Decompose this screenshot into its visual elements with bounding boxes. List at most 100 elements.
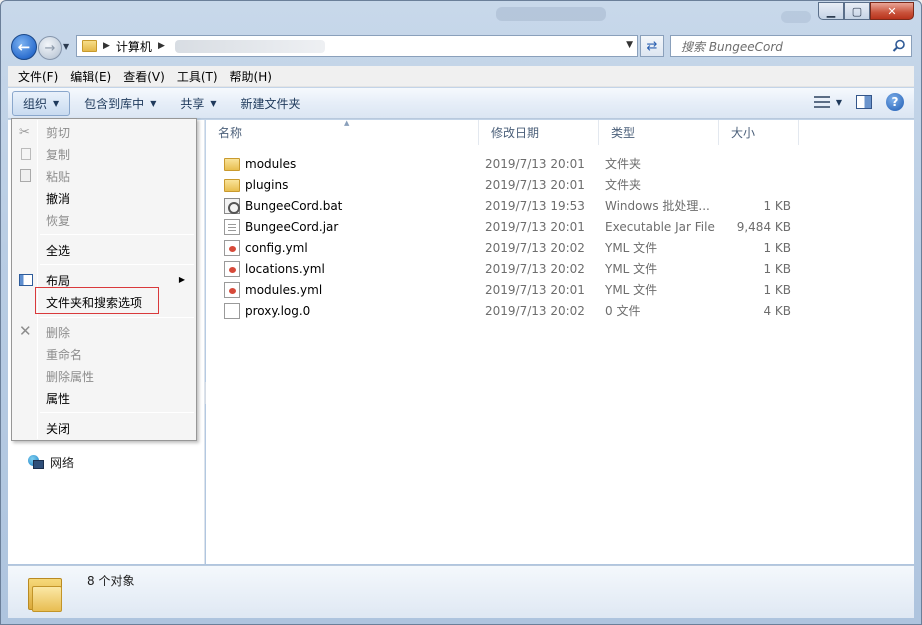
- arrow-left-icon: ←: [17, 38, 31, 56]
- recent-pages-dropdown[interactable]: ▼: [63, 42, 69, 51]
- forward-button[interactable]: →: [38, 36, 62, 60]
- yml-file-icon: [224, 260, 240, 277]
- address-bar[interactable]: ▶ 计算机 ▶ ▼: [76, 35, 638, 57]
- blurred-title-extra: [781, 11, 811, 23]
- nav-item-network[interactable]: 网络: [28, 454, 74, 471]
- menu-label: 撤消: [46, 191, 71, 206]
- file-size: 9,484 KB: [736, 219, 791, 234]
- chevron-down-icon: ▼: [210, 98, 217, 108]
- file-row[interactable]: modules 2019/7/13 20:01 文件夹: [206, 153, 791, 174]
- file-row[interactable]: modules.yml 2019/7/13 20:01 YML 文件 1 KB: [206, 279, 791, 300]
- file-row[interactable]: locations.yml 2019/7/13 20:02 YML 文件 1 K…: [206, 258, 791, 279]
- file-list: ▲ 名称 修改日期 类型 大小 modules 2019/7/13 20:01 …: [206, 119, 914, 564]
- column-header-name[interactable]: ▲ 名称: [206, 119, 479, 145]
- menu-separator: [40, 317, 194, 318]
- search-icon[interactable]: [892, 39, 906, 53]
- column-header-type[interactable]: 类型: [599, 120, 719, 145]
- preview-pane-icon[interactable]: [856, 95, 872, 109]
- folder-icon: [224, 158, 240, 171]
- layout-icon: [19, 274, 33, 286]
- window-caption-buttons: ▁ ▢ ✕: [818, 2, 914, 20]
- annotation-highlight-box: [35, 287, 159, 314]
- search-input[interactable]: 搜索 BungeeCord: [670, 35, 912, 57]
- scissors-icon: ✂: [19, 125, 30, 140]
- file-date: 2019/7/13 20:02: [485, 261, 585, 276]
- back-button[interactable]: ←: [11, 34, 37, 60]
- minimize-button[interactable]: ▁: [818, 2, 844, 20]
- menu-label: 剪切: [46, 125, 71, 140]
- menu-label: 删除属性: [46, 369, 95, 384]
- chevron-down-icon: ▼: [53, 98, 60, 108]
- file-type: YML 文件: [605, 283, 658, 297]
- chevron-down-icon: ▼: [835, 97, 842, 107]
- change-view-button[interactable]: ▼: [813, 96, 842, 108]
- file-date: 2019/7/13 20:01: [485, 282, 585, 297]
- refresh-button[interactable]: ⇄: [640, 35, 664, 57]
- item-count: 8 个对象: [87, 574, 135, 588]
- menu-item-select-all[interactable]: 全选: [13, 239, 195, 261]
- yml-file-icon: [224, 239, 240, 256]
- menu-item-properties[interactable]: 属性: [13, 387, 195, 409]
- menu-item-close[interactable]: 关闭: [13, 417, 195, 439]
- share-button[interactable]: 共享 ▼: [170, 91, 226, 116]
- menu-item-redo[interactable]: 恢复: [13, 209, 195, 231]
- close-button[interactable]: ✕: [870, 2, 914, 20]
- batch-file-icon: [224, 197, 240, 214]
- breadcrumb-computer[interactable]: 计算机: [116, 38, 152, 55]
- chevron-right-icon[interactable]: ▶: [158, 41, 165, 51]
- file-row[interactable]: plugins 2019/7/13 20:01 文件夹: [206, 174, 791, 195]
- file-type: 0 文件: [605, 304, 641, 318]
- file-date: 2019/7/13 20:01: [485, 219, 585, 234]
- paste-icon: [20, 169, 31, 182]
- help-icon[interactable]: ?: [886, 93, 904, 111]
- menu-file[interactable]: 文件(F): [12, 68, 64, 85]
- menu-view[interactable]: 查看(V): [117, 68, 171, 85]
- delete-x-icon: ✕: [19, 322, 32, 340]
- view-controls: ▼ ?: [813, 93, 904, 111]
- new-folder-button[interactable]: 新建文件夹: [231, 91, 311, 116]
- menu-label: 全选: [46, 243, 71, 258]
- file-size: 4 KB: [763, 303, 791, 318]
- file-type: Windows 批处理...: [605, 199, 710, 213]
- menu-item-undo[interactable]: 撤消: [13, 187, 195, 209]
- address-dropdown-icon[interactable]: ▼: [626, 40, 633, 50]
- column-size-label: 大小: [731, 126, 756, 140]
- command-bar: 组织 ▼ 包含到库中 ▼ 共享 ▼ 新建文件夹 ▼ ?: [8, 88, 914, 119]
- column-header-date[interactable]: 修改日期: [479, 120, 599, 145]
- file-row[interactable]: BungeeCord.jar 2019/7/13 20:01 Executabl…: [206, 216, 791, 237]
- column-header-size[interactable]: 大小: [719, 120, 799, 145]
- column-name-label: 名称: [218, 126, 243, 140]
- menu-item-copy[interactable]: 复制: [13, 143, 195, 165]
- file-size: 1 KB: [763, 282, 791, 297]
- column-headers: ▲ 名称 修改日期 类型 大小: [206, 119, 806, 145]
- maximize-button[interactable]: ▢: [844, 2, 870, 20]
- file-row[interactable]: config.yml 2019/7/13 20:02 YML 文件 1 KB: [206, 237, 791, 258]
- column-date-label: 修改日期: [491, 126, 540, 140]
- copy-icon: [21, 148, 31, 160]
- menu-item-cut[interactable]: ✂ 剪切: [13, 121, 195, 143]
- column-type-label: 类型: [611, 126, 636, 140]
- menu-item-delete[interactable]: ✕ 删除: [13, 321, 195, 343]
- file-type: 文件夹: [605, 157, 642, 171]
- menu-item-remove-properties[interactable]: 删除属性: [13, 365, 195, 387]
- file-row[interactable]: BungeeCord.bat 2019/7/13 19:53 Windows 批…: [206, 195, 791, 216]
- menu-item-paste[interactable]: 粘贴: [13, 165, 195, 187]
- new-folder-label: 新建文件夹: [240, 96, 301, 111]
- menu-separator: [40, 234, 194, 235]
- menu-label: 删除: [46, 325, 71, 340]
- file-row[interactable]: proxy.log.0 2019/7/13 20:02 0 文件 4 KB: [206, 300, 791, 321]
- menu-edit[interactable]: 编辑(E): [64, 68, 117, 85]
- include-library-label: 包含到库中: [84, 96, 145, 111]
- menu-label: 属性: [46, 391, 71, 406]
- organize-button[interactable]: 组织 ▼: [12, 90, 71, 116]
- menu-label: 复制: [46, 147, 71, 162]
- menu-item-rename[interactable]: 重命名: [13, 343, 195, 365]
- file-type: 文件夹: [605, 178, 642, 192]
- menu-help[interactable]: 帮助(H): [224, 68, 278, 85]
- menu-tools[interactable]: 工具(T): [171, 68, 224, 85]
- menu-bar: 文件(F) 编辑(E) 查看(V) 工具(T) 帮助(H): [8, 66, 914, 87]
- blurred-title: [496, 7, 606, 21]
- share-label: 共享: [180, 96, 205, 111]
- include-in-library-button[interactable]: 包含到库中 ▼: [74, 91, 166, 116]
- chevron-right-icon[interactable]: ▶: [103, 41, 110, 51]
